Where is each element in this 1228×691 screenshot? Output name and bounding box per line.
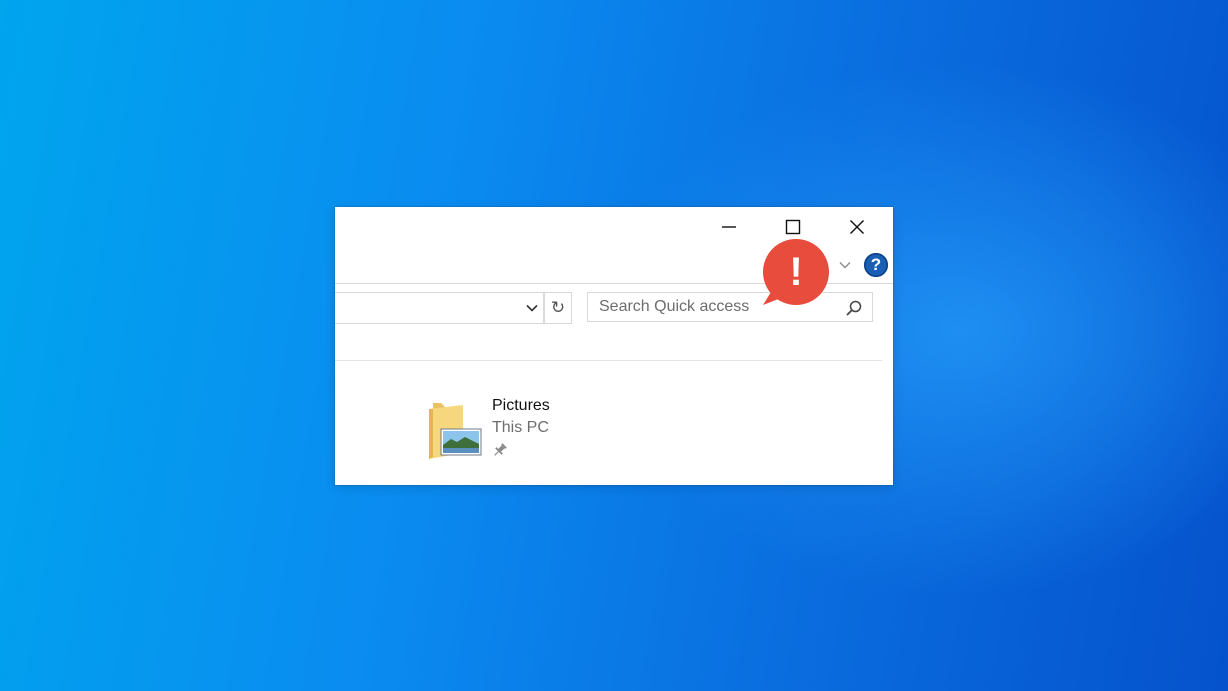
folder-location: This PC bbox=[492, 419, 549, 436]
maximize-icon bbox=[785, 219, 801, 235]
minimize-button[interactable] bbox=[697, 207, 761, 247]
minimize-icon bbox=[722, 226, 736, 228]
pin-icon bbox=[494, 443, 507, 456]
chevron-down-icon bbox=[839, 262, 851, 269]
content-divider bbox=[335, 360, 882, 361]
file-explorer-window: ? ↻ Pictures bbox=[335, 207, 893, 485]
alert-icon: ! bbox=[763, 239, 829, 305]
address-dropdown-button[interactable] bbox=[523, 299, 541, 317]
search-icon[interactable] bbox=[845, 299, 863, 317]
refresh-icon: ↻ bbox=[550, 298, 566, 317]
pictures-folder-icon bbox=[429, 403, 482, 459]
expand-ribbon-button[interactable] bbox=[835, 255, 855, 275]
help-icon: ? bbox=[870, 255, 882, 274]
close-button[interactable] bbox=[825, 207, 889, 247]
list-item[interactable]: Pictures This PC bbox=[423, 393, 573, 463]
refresh-button[interactable]: ↻ bbox=[544, 292, 572, 324]
folder-name: Pictures bbox=[492, 397, 550, 414]
alert-glyph: ! bbox=[789, 250, 802, 294]
address-bar[interactable] bbox=[335, 292, 544, 324]
help-button[interactable]: ? bbox=[864, 253, 888, 277]
close-icon bbox=[850, 220, 864, 234]
chevron-down-icon bbox=[526, 304, 538, 312]
